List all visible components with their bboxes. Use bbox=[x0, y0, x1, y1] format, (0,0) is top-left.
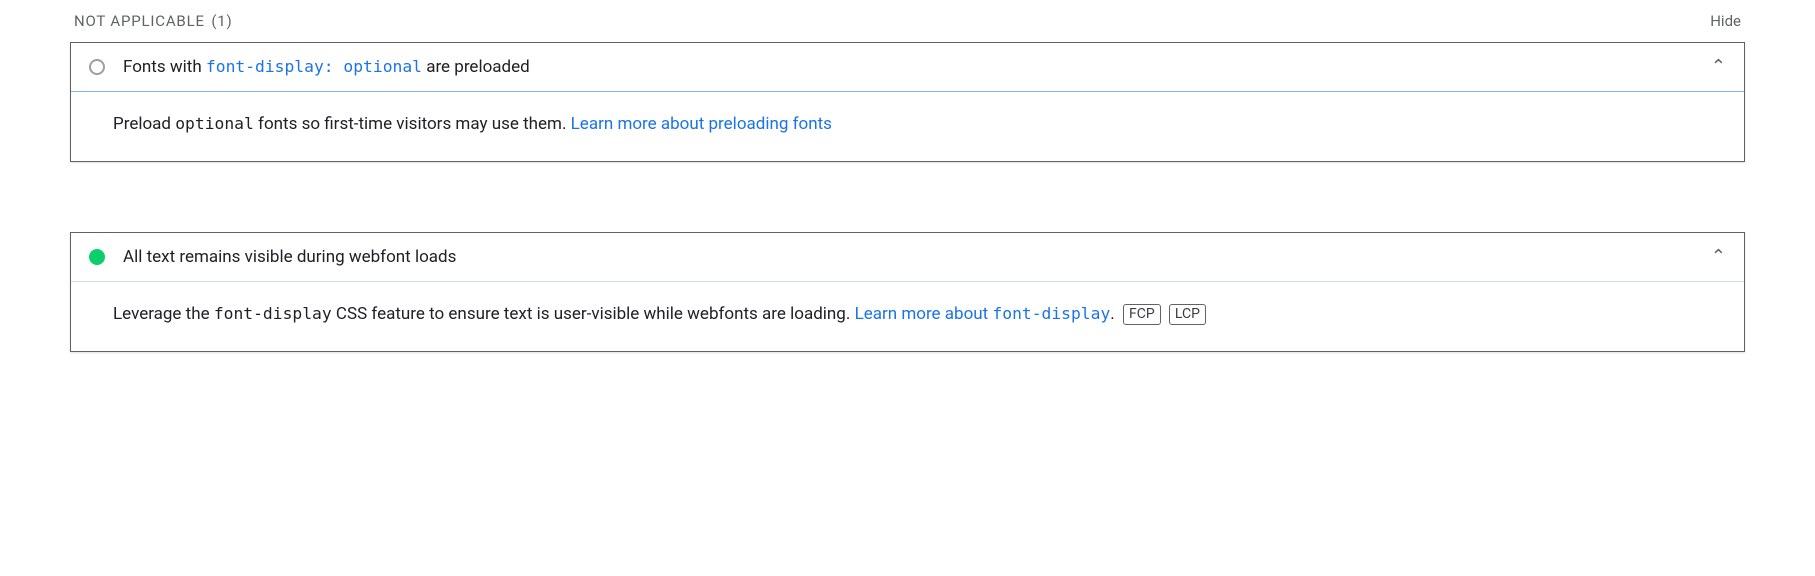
audit-title-text: Fonts with bbox=[123, 57, 206, 77]
desc-text: fonts so first-time visitors may use the… bbox=[254, 114, 571, 134]
audit-title: Fonts with font-display: optional are pr… bbox=[123, 57, 1693, 77]
desc-text: Leverage the bbox=[113, 304, 214, 324]
desc-text: CSS feature to ensure text is user-visib… bbox=[332, 304, 855, 324]
learn-more-link[interactable]: Learn more about preloading fonts bbox=[571, 114, 832, 134]
link-text: Learn more about bbox=[855, 304, 993, 324]
audit-summary-row[interactable]: All text remains visible during webfont … bbox=[71, 233, 1744, 282]
section-header: Not Applicable (1) Hide bbox=[70, 12, 1745, 42]
audit-description: Leverage the font-display CSS feature to… bbox=[71, 282, 1744, 351]
metric-tag: LCP bbox=[1169, 304, 1206, 326]
audit-item: Fonts with font-display: optional are pr… bbox=[70, 42, 1745, 162]
check-circle-icon bbox=[89, 249, 105, 265]
audit-title-text: All text remains visible during webfont … bbox=[123, 247, 456, 267]
link-code: font-display bbox=[992, 304, 1110, 323]
audit-summary-row[interactable]: Fonts with font-display: optional are pr… bbox=[71, 43, 1744, 92]
metric-tag: FCP bbox=[1123, 304, 1161, 326]
audit-item: All text remains visible during webfont … bbox=[70, 232, 1745, 352]
desc-code: optional bbox=[175, 114, 254, 133]
audit-title-text: are preloaded bbox=[422, 57, 530, 77]
desc-code: font-display bbox=[214, 304, 332, 323]
desc-text: Preload bbox=[113, 114, 175, 134]
audit-title: All text remains visible during webfont … bbox=[123, 247, 1693, 267]
audit-title-code: font-display: optional bbox=[206, 57, 422, 76]
learn-more-link[interactable]: Learn more about font-display bbox=[855, 304, 1111, 324]
chevron-up-icon: ⌃ bbox=[1711, 248, 1726, 266]
audit-description: Preload optional fonts so first-time vis… bbox=[71, 92, 1744, 161]
hide-toggle[interactable]: Hide bbox=[1710, 12, 1741, 30]
section-count: (1) bbox=[211, 12, 232, 30]
chevron-up-icon: ⌃ bbox=[1711, 58, 1726, 76]
circle-icon bbox=[89, 59, 105, 75]
desc-text: . bbox=[1110, 304, 1114, 324]
section-title: Not Applicable bbox=[74, 12, 205, 30]
link-text: Learn more about preloading fonts bbox=[571, 114, 832, 134]
